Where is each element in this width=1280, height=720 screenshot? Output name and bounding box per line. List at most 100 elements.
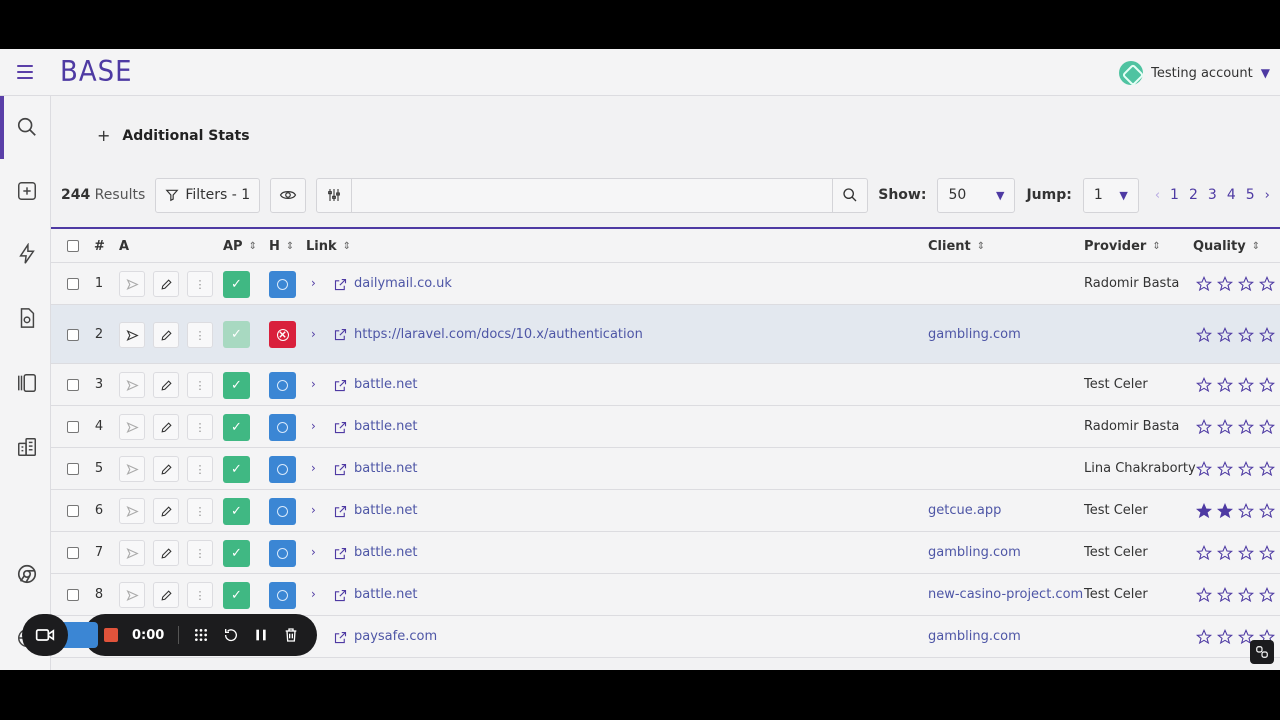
row-client[interactable]: getcue.app	[928, 503, 1001, 518]
search-input[interactable]	[352, 178, 833, 212]
next-page-icon[interactable]: ›	[1265, 188, 1270, 203]
edit-icon[interactable]	[153, 498, 179, 524]
chrome-icon[interactable]	[16, 563, 38, 585]
external-link-icon[interactable]	[333, 546, 348, 561]
pending-status-icon[interactable]	[269, 456, 296, 483]
buildings-icon[interactable]	[16, 436, 38, 458]
quality-rating[interactable]	[1196, 461, 1275, 477]
star-icon[interactable]	[1217, 545, 1233, 561]
table-row[interactable]: 6 ⋮ ✓ › battle.net getcue.app Test Celer	[51, 490, 1280, 532]
star-icon[interactable]	[1238, 419, 1254, 435]
row-link[interactable]: battle.net	[354, 461, 418, 476]
search-submit-icon[interactable]	[832, 178, 867, 212]
edit-icon[interactable]	[153, 372, 179, 398]
send-icon[interactable]	[119, 582, 145, 608]
star-icon[interactable]	[1196, 419, 1212, 435]
edit-icon[interactable]	[153, 271, 179, 297]
chevron-right-icon[interactable]: ›	[311, 377, 316, 391]
send-icon[interactable]	[119, 498, 145, 524]
send-icon[interactable]	[119, 456, 145, 482]
more-icon[interactable]: ⋮	[187, 540, 213, 566]
star-icon[interactable]	[1217, 503, 1233, 519]
quality-rating[interactable]	[1196, 419, 1275, 435]
star-icon[interactable]	[1196, 276, 1212, 292]
pause-icon[interactable]	[253, 627, 269, 643]
rejected-status-icon[interactable]	[269, 321, 296, 348]
external-link-icon[interactable]	[333, 630, 348, 645]
external-link-icon[interactable]	[333, 327, 348, 342]
additional-stats-toggle[interactable]: + Additional Stats	[97, 126, 250, 145]
page-link[interactable]: 5	[1246, 187, 1255, 203]
row-link[interactable]: dailymail.co.uk	[354, 276, 452, 291]
row-checkbox[interactable]	[67, 421, 79, 433]
prev-page-icon[interactable]: ‹	[1155, 188, 1160, 203]
more-icon[interactable]: ⋮	[187, 372, 213, 398]
account-menu[interactable]: Testing account ▼	[1119, 60, 1270, 86]
star-icon[interactable]	[1259, 327, 1275, 343]
select-all-checkbox[interactable]	[67, 240, 79, 252]
chevron-right-icon[interactable]: ›	[311, 545, 316, 559]
star-icon[interactable]	[1238, 327, 1254, 343]
document-icon[interactable]	[16, 307, 38, 329]
star-icon[interactable]	[1238, 503, 1254, 519]
star-icon[interactable]	[1259, 545, 1275, 561]
pending-status-icon[interactable]	[269, 372, 296, 399]
star-icon[interactable]	[1217, 419, 1233, 435]
star-icon[interactable]	[1217, 327, 1233, 343]
row-checkbox[interactable]	[67, 547, 79, 559]
quality-rating[interactable]	[1196, 377, 1275, 393]
table-row[interactable]: 3 ⋮ ✓ › battle.net Test Celer	[51, 364, 1280, 406]
star-icon[interactable]	[1238, 276, 1254, 292]
more-icon[interactable]: ⋮	[187, 498, 213, 524]
star-icon[interactable]	[1196, 503, 1212, 519]
quality-rating[interactable]	[1196, 503, 1275, 519]
pending-status-icon[interactable]	[269, 582, 296, 609]
page-link[interactable]: 3	[1208, 187, 1217, 203]
menu-icon[interactable]	[17, 65, 33, 79]
ap-status-icon[interactable]: ✓	[223, 456, 250, 483]
star-icon[interactable]	[1217, 377, 1233, 393]
star-icon[interactable]	[1259, 587, 1275, 603]
panels-icon[interactable]	[16, 372, 38, 394]
send-icon[interactable]	[119, 271, 145, 297]
table-row[interactable]: 4 ⋮ ✓ › battle.net Radomir Basta	[51, 406, 1280, 448]
row-link[interactable]: battle.net	[354, 419, 418, 434]
row-checkbox[interactable]	[67, 379, 79, 391]
pending-status-icon[interactable]	[269, 271, 296, 298]
row-link[interactable]: battle.net	[354, 587, 418, 602]
edit-icon[interactable]	[153, 582, 179, 608]
quality-rating[interactable]	[1196, 327, 1275, 343]
star-icon[interactable]	[1196, 629, 1212, 645]
quality-rating[interactable]	[1196, 276, 1275, 292]
row-client[interactable]: gambling.com	[928, 327, 1021, 342]
star-icon[interactable]	[1196, 377, 1212, 393]
search-icon[interactable]	[16, 116, 38, 138]
jump-select[interactable]: 1 ▼	[1082, 177, 1139, 213]
row-link[interactable]: paysafe.com	[354, 629, 437, 644]
external-link-icon[interactable]	[333, 462, 348, 477]
external-link-icon[interactable]	[333, 277, 348, 292]
row-checkbox[interactable]	[67, 589, 79, 601]
quality-rating[interactable]	[1196, 545, 1275, 561]
external-link-icon[interactable]	[333, 378, 348, 393]
star-icon[interactable]	[1238, 377, 1254, 393]
chevron-right-icon[interactable]: ›	[311, 503, 316, 517]
star-icon[interactable]	[1196, 587, 1212, 603]
star-icon[interactable]	[1217, 587, 1233, 603]
chevron-right-icon[interactable]: ›	[311, 327, 316, 341]
star-icon[interactable]	[1196, 545, 1212, 561]
external-link-icon[interactable]	[333, 504, 348, 519]
trash-icon[interactable]	[283, 627, 299, 643]
star-icon[interactable]	[1196, 327, 1212, 343]
col-client-sort[interactable]: Client ⇕	[928, 229, 985, 263]
col-link-sort[interactable]: Link ⇕	[306, 229, 351, 263]
chevron-right-icon[interactable]: ›	[311, 276, 316, 290]
edit-icon[interactable]	[153, 414, 179, 440]
more-icon[interactable]: ⋮	[187, 456, 213, 482]
sliders-icon[interactable]	[317, 178, 353, 212]
more-icon[interactable]: ⋮	[187, 582, 213, 608]
star-icon[interactable]	[1259, 377, 1275, 393]
quality-rating[interactable]	[1196, 587, 1275, 603]
page-link[interactable]: 2	[1189, 187, 1198, 203]
edit-icon[interactable]	[153, 456, 179, 482]
